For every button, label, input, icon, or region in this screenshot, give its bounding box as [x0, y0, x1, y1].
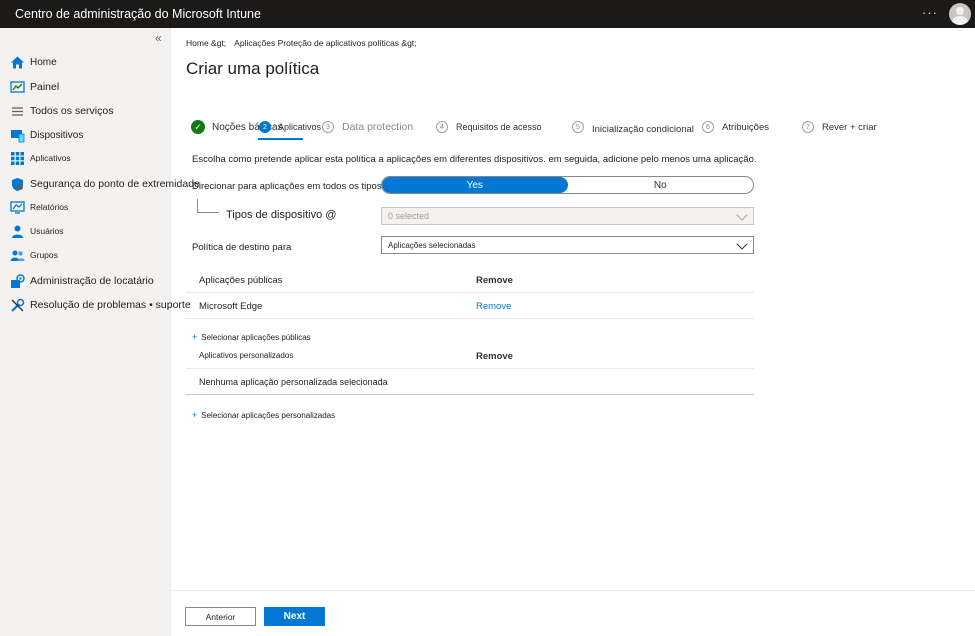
toggle-no[interactable]: No [568, 177, 754, 193]
target-policy-label: Política de destino para [192, 242, 292, 253]
avatar[interactable] [949, 3, 971, 25]
plus-icon: + [192, 332, 198, 342]
collapse-sidebar-icon[interactable]: « [155, 31, 162, 45]
sidebar-item-tenant-admin[interactable]: Administração de locatário [10, 272, 154, 290]
app-name: Microsoft Edge [199, 301, 263, 312]
no-custom-apps-text: Nenhuma aplicação personalizada selecion… [199, 377, 388, 387]
sidebar-item-label: Resolução de problemas • suporte [30, 299, 191, 311]
sidebar-item-troubleshooting[interactable]: Resolução de problemas • suporte [10, 296, 191, 314]
next-button[interactable]: Next [264, 607, 325, 626]
tree-connector [197, 212, 219, 213]
step-number: 7 [802, 121, 814, 133]
chevron-down-icon [736, 209, 748, 221]
breadcrumb: Home &gt; Aplicações Proteção de aplicat… [186, 38, 417, 48]
sidebar-item-reports[interactable]: Relatórios [10, 198, 68, 216]
more-options-icon[interactable]: ··· [922, 5, 938, 20]
step-label: Inicialização condicional [592, 123, 694, 135]
footer: Anterior Next [171, 590, 975, 636]
step-data-protection[interactable]: 3 Data protection [322, 118, 413, 136]
reports-icon [10, 200, 25, 215]
user-icon [10, 224, 25, 239]
sidebar-item-apps[interactable]: Aplicativos [10, 149, 71, 167]
select-public-apps-label: Selecionar aplicações públicas [201, 332, 311, 342]
table-row: Microsoft Edge Remove [186, 293, 754, 319]
apps-grid-icon [10, 151, 25, 166]
avatar-body [952, 16, 968, 25]
sidebar-item-dashboard[interactable]: Painel [10, 78, 59, 96]
step-number: 6 [702, 121, 714, 133]
breadcrumb-path[interactable]: Aplicações Proteção de aplicativos polít… [234, 38, 416, 48]
step-number: 3 [322, 121, 334, 133]
shield-icon [10, 177, 25, 192]
toggle-yes[interactable]: Yes [382, 177, 568, 193]
groups-icon [10, 248, 25, 263]
device-types-label: Tipos de dispositivo @ [226, 209, 337, 221]
device-types-dropdown[interactable]: 0 selected [381, 207, 754, 225]
step-access-requirements[interactable]: 4 Requisitos de acesso [436, 118, 542, 136]
sidebar-item-label: Usuários [30, 226, 64, 236]
step-review-create[interactable]: 7 Rever + criar [802, 118, 877, 136]
remove-link[interactable]: Remove [476, 301, 511, 312]
step-label: Requisitos de acesso [456, 122, 542, 132]
sidebar-item-label: Dispositivos [30, 129, 84, 141]
tree-connector [197, 199, 198, 212]
public-apps-header: Aplicações públicas [199, 275, 283, 286]
sidebar-item-groups[interactable]: Grupos [10, 246, 58, 264]
select-public-apps-link[interactable]: + Selecionar aplicações públicas [192, 332, 311, 342]
sidebar-item-label: Todos os serviços [30, 105, 114, 117]
home-icon [10, 55, 25, 70]
page-title: Criar uma política [186, 59, 320, 78]
target-policy-dropdown[interactable]: Aplicações selecionadas [381, 236, 754, 254]
devices-icon [10, 128, 25, 143]
device-types-value: 0 selected [388, 211, 430, 221]
sidebar-item-label: Grupos [30, 250, 58, 260]
custom-apps-header: Aplicativos personalizados [199, 351, 294, 360]
top-bar: Centro de administração do Microsoft Int… [0, 0, 975, 28]
current-step-underline [258, 138, 303, 140]
instructions-text: Escolha como pretende aplicar esta polít… [192, 154, 757, 165]
remove-header: Remove [476, 351, 513, 362]
step-label: Atribuições [722, 121, 769, 133]
plus-icon: + [192, 410, 198, 420]
previous-button[interactable]: Anterior [185, 607, 256, 626]
main-content: Home &gt; Aplicações Proteção de aplicat… [171, 28, 975, 636]
public-apps-header-row: Aplicações públicas Remove [186, 267, 754, 293]
step-conditional-launch[interactable]: 5 Inicialização condicional [572, 118, 694, 136]
sidebar-item-label: Relatórios [30, 202, 69, 212]
step-number: 2 [259, 121, 271, 133]
step-label: Aplicativos [278, 122, 322, 132]
tenant-icon [10, 273, 25, 289]
sidebar-item-users[interactable]: Usuários [10, 222, 64, 240]
sidebar-item-label: Administração de locatário [30, 275, 154, 287]
step-number: 5 [572, 121, 584, 133]
sidebar: « Home Painel Todos os serviços Disposit… [0, 28, 200, 636]
sidebar-item-devices[interactable]: Dispositivos [10, 126, 83, 144]
select-custom-apps-link[interactable]: + Selecionar aplicações personalizadas [192, 410, 335, 420]
sidebar-item-home[interactable]: Home [10, 53, 57, 71]
target-policy-value: Aplicações selecionadas [388, 240, 476, 250]
chevron-down-icon [736, 238, 748, 250]
step-apps[interactable]: 2 Aplicativos [259, 118, 321, 136]
sidebar-item-label: Aplicativos [30, 153, 71, 163]
step-number: 4 [436, 121, 448, 133]
checkmark-icon: ✓ [191, 120, 205, 134]
target-all-toggle[interactable]: Yes No [381, 176, 754, 194]
breadcrumb-home[interactable]: Home &gt; [186, 38, 226, 48]
list-icon [10, 104, 25, 119]
remove-header: Remove [476, 275, 513, 286]
app-title[interactable]: Centro de administração do Microsoft Int… [15, 7, 261, 21]
table-row: Nenhuma aplicação personalizada selecion… [186, 369, 754, 395]
avatar-head [956, 7, 964, 15]
custom-apps-header-row: Aplicativos personalizados Remove [186, 343, 754, 369]
sidebar-item-label: Painel [30, 81, 60, 93]
select-custom-apps-label: Selecionar aplicações personalizadas [201, 410, 336, 420]
step-assignments[interactable]: 6 Atribuições [702, 118, 769, 136]
sidebar-item-all-services[interactable]: Todos os serviços [10, 102, 113, 120]
step-label: Rever + criar [822, 121, 877, 133]
sidebar-item-label: Home [30, 56, 57, 68]
dashboard-icon [10, 80, 25, 95]
step-label: Data protection [342, 121, 414, 133]
wrench-icon [10, 298, 25, 313]
